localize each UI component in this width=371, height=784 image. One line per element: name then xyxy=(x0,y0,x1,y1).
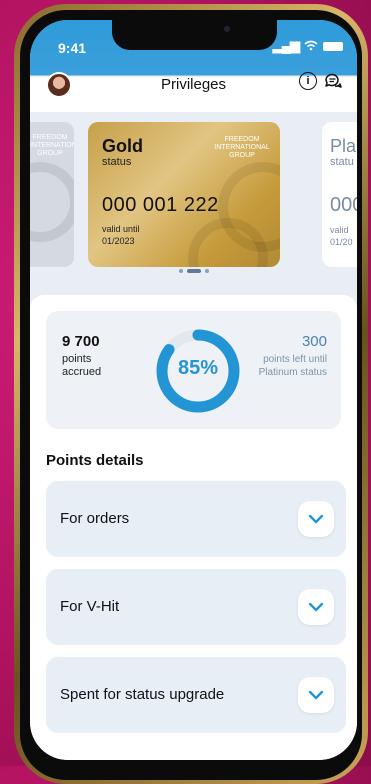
chat-icon[interactable] xyxy=(323,71,343,91)
accordion-for-orders[interactable]: For orders xyxy=(46,481,346,557)
card-status-label: statu xyxy=(330,156,354,168)
card-status-label: status xyxy=(102,156,132,168)
camera-icon xyxy=(224,26,230,32)
card-valid-label: valid 01/20 xyxy=(330,225,353,247)
pagination-dot[interactable] xyxy=(204,269,209,273)
carousel-pagination[interactable] xyxy=(30,269,357,273)
app-screen: 9:41 ▂▄▆ Privileges i FREEDOM INTERNATIO… xyxy=(30,20,357,760)
battery-icon xyxy=(323,41,343,51)
status-card-platinum[interactable]: Pla statu 000 valid 01/20 xyxy=(322,122,357,267)
accordion-label: Spent for status upgrade xyxy=(60,686,225,703)
expand-button[interactable] xyxy=(298,501,334,537)
points-left-value: 300 xyxy=(301,333,327,350)
points-summary: 9 700 points accrued 85% 300 points left… xyxy=(46,311,341,429)
notch xyxy=(112,20,277,50)
points-sheet: 9 700 points accrued 85% 300 points left… xyxy=(30,295,357,760)
accordion-label: For V-Hit xyxy=(60,598,120,615)
accordion-label: For orders xyxy=(60,510,130,527)
wifi-icon xyxy=(304,39,318,54)
card-number: 000 xyxy=(330,194,357,216)
points-left-label: points left until Platinum status xyxy=(258,354,327,378)
card-brand-logo: FREEDOM INTERNATIONAL GROUP xyxy=(30,134,74,157)
chevron-down-icon xyxy=(308,602,324,612)
status-icons: ▂▄▆ xyxy=(273,38,343,54)
pagination-dot-active[interactable] xyxy=(186,269,201,273)
status-time: 9:41 xyxy=(58,40,87,56)
accordion-status-upgrade[interactable]: Spent for status upgrade xyxy=(46,657,346,733)
card-tier: Gold xyxy=(102,136,143,156)
card-brand-logo: FREEDOM INTERNATIONAL GROUP xyxy=(214,136,270,159)
pagination-dot[interactable] xyxy=(178,269,183,273)
status-cards-carousel[interactable]: FREEDOM INTERNATIONAL GROUP Gold status … xyxy=(30,112,357,267)
info-icon[interactable]: i xyxy=(299,72,317,90)
points-accrued-value: 9 700 xyxy=(62,333,100,350)
card-number: 000 001 222 xyxy=(102,194,219,216)
status-card-gold[interactable]: Gold status FREEDOM INTERNATIONAL GROUP … xyxy=(88,122,280,267)
status-card-previous[interactable]: FREEDOM INTERNATIONAL GROUP xyxy=(30,122,74,267)
expand-button[interactable] xyxy=(298,677,334,713)
accordion-for-v-hit[interactable]: For V-Hit xyxy=(46,569,346,645)
expand-button[interactable] xyxy=(298,589,334,625)
chevron-down-icon xyxy=(308,690,324,700)
card-valid-date: 01/2023 xyxy=(102,236,135,246)
card-valid-label: valid until xyxy=(102,224,140,234)
points-details-title: Points details xyxy=(46,452,144,469)
points-accrued-label: points accrued xyxy=(62,353,102,378)
card-tier: Pla xyxy=(330,136,357,156)
progress-percent: 85% xyxy=(177,357,219,379)
card-decoration xyxy=(30,162,74,242)
chevron-down-icon xyxy=(308,514,324,524)
signal-icon: ▂▄▆ xyxy=(272,38,300,53)
